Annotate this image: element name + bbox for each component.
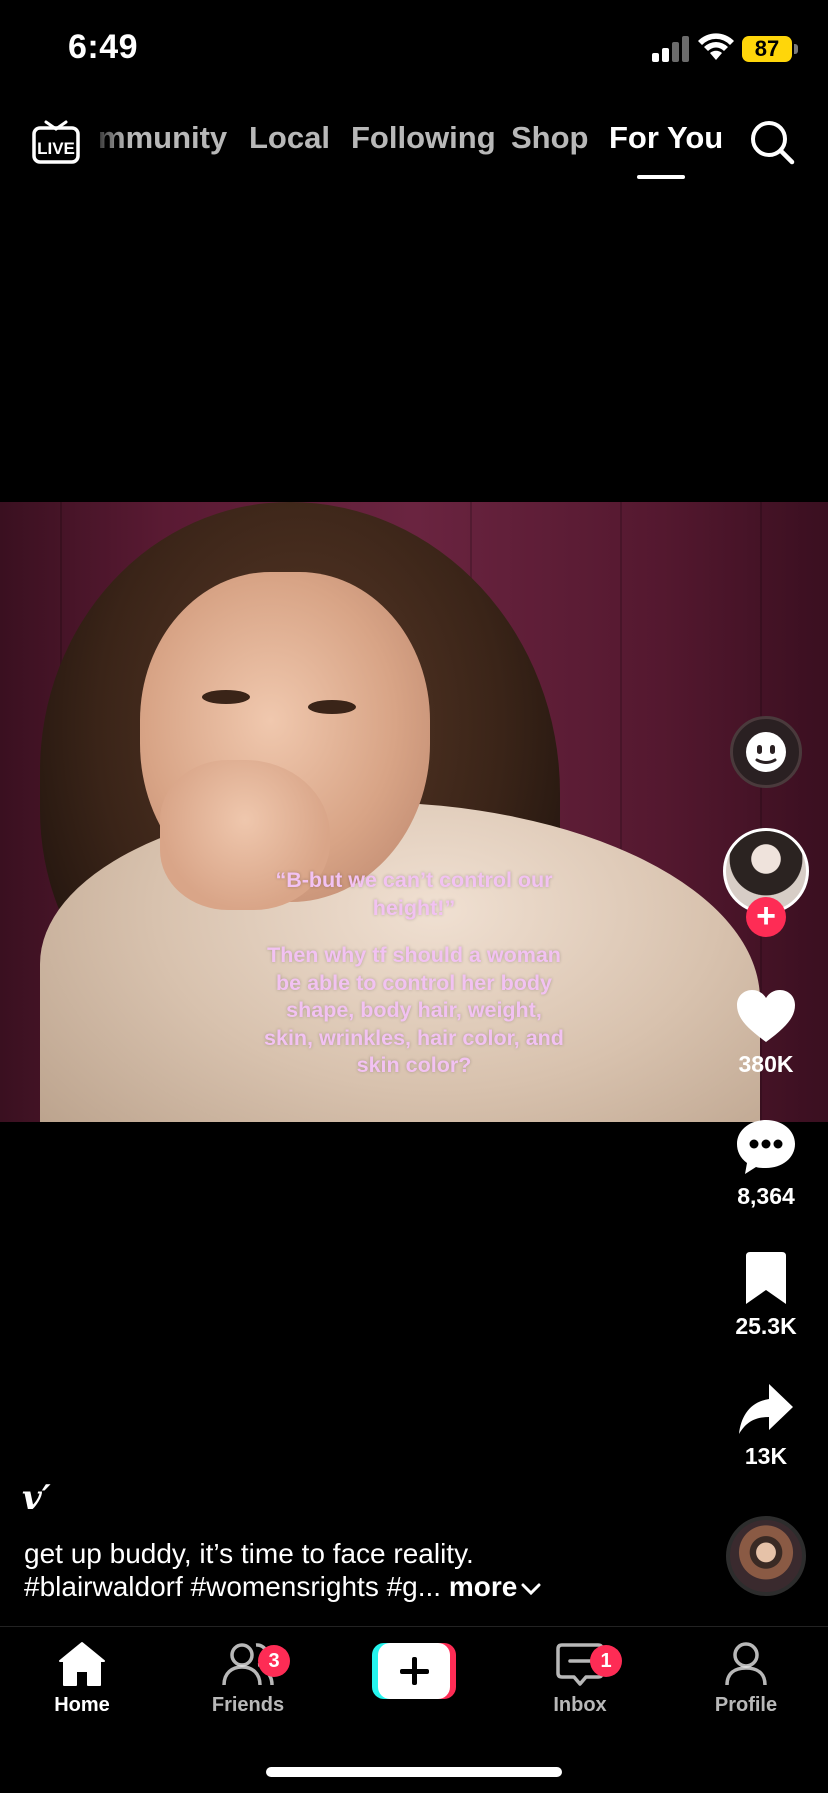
tab-friends[interactable]: Friends 3 <box>178 1641 318 1717</box>
save-count: 25.3K <box>735 1313 797 1339</box>
tab-profile-label: Profile <box>714 1694 778 1716</box>
comment-button[interactable]: 8,364 <box>720 1118 812 1210</box>
eye <box>202 690 250 704</box>
share-arrow-icon <box>739 1384 793 1434</box>
tab-inbox-label: Inbox <box>553 1694 607 1716</box>
battery-indicator: 87 <box>742 36 792 62</box>
video-overlay-text: Then why tf should a woman be able to co… <box>264 943 564 1077</box>
caption-more-button[interactable]: more <box>449 1571 541 1602</box>
tab-home[interactable]: Home <box>12 1641 152 1717</box>
follow-button[interactable]: + <box>746 897 786 937</box>
nav-fade <box>86 110 126 180</box>
inbox-badge: 1 <box>590 1645 622 1677</box>
video-overlay-quote: “B-but we can’t control our height!” <box>275 868 553 920</box>
chevron-down-icon <box>521 1583 541 1595</box>
home-icon <box>59 1642 105 1686</box>
tab-friends-label: Friends <box>211 1694 285 1716</box>
caption-hashtags-text[interactable]: #blairwaldorf #womensrights #g... <box>24 1571 441 1602</box>
share-count: 13K <box>744 1443 788 1469</box>
bottom-tab-bar: Home Friends 3 Inbox 1 Profile <box>0 1626 828 1793</box>
wifi-icon <box>698 33 734 60</box>
sound-disc[interactable] <box>726 1516 806 1596</box>
create-button[interactable] <box>372 1643 456 1699</box>
tab-local[interactable]: Local <box>249 120 330 156</box>
caption-text: get up buddy, it’s time to face reality. <box>24 1538 474 1569</box>
tab-for-you[interactable]: For You <box>609 120 723 156</box>
tab-shop[interactable]: Shop <box>511 120 589 156</box>
heart-icon <box>737 990 795 1042</box>
caption-more-label: more <box>448 1571 518 1602</box>
creator-handle-logo[interactable]: v′ <box>22 1478 51 1518</box>
effect-button[interactable] <box>730 716 802 788</box>
tab-profile[interactable]: Profile <box>676 1641 816 1717</box>
comment-count: 8,364 <box>737 1183 795 1209</box>
tab-following[interactable]: Following <box>351 120 496 156</box>
live-icon[interactable]: LIVE <box>32 118 80 166</box>
profile-icon <box>725 1642 767 1686</box>
share-button[interactable]: 13K <box>720 1382 812 1470</box>
face-icon <box>746 732 786 772</box>
top-nav: LIVE mmunity Local Following Shop For Yo… <box>0 110 828 190</box>
bookmark-icon <box>746 1252 786 1304</box>
home-indicator[interactable] <box>266 1767 562 1777</box>
comment-icon <box>737 1120 795 1174</box>
active-tab-underline <box>637 175 685 179</box>
like-count: 380K <box>738 1051 794 1077</box>
battery-nub <box>794 44 798 54</box>
cellular-signal-icon <box>652 36 689 62</box>
eye <box>308 700 356 714</box>
tab-inbox[interactable]: Inbox 1 <box>510 1641 650 1717</box>
caption-hashtags: #blairwaldorf #womensrights #g... more <box>24 1571 541 1603</box>
live-label: LIVE <box>37 139 75 158</box>
like-button[interactable]: 380K <box>720 988 812 1078</box>
friends-badge: 3 <box>258 1645 290 1677</box>
save-button[interactable]: 25.3K <box>720 1252 812 1340</box>
tab-home-label: Home <box>54 1694 110 1716</box>
status-time: 6:49 <box>68 28 139 66</box>
video-frame[interactable]: “B-but we can’t control our height!” The… <box>0 502 828 1122</box>
search-icon[interactable] <box>748 118 796 166</box>
